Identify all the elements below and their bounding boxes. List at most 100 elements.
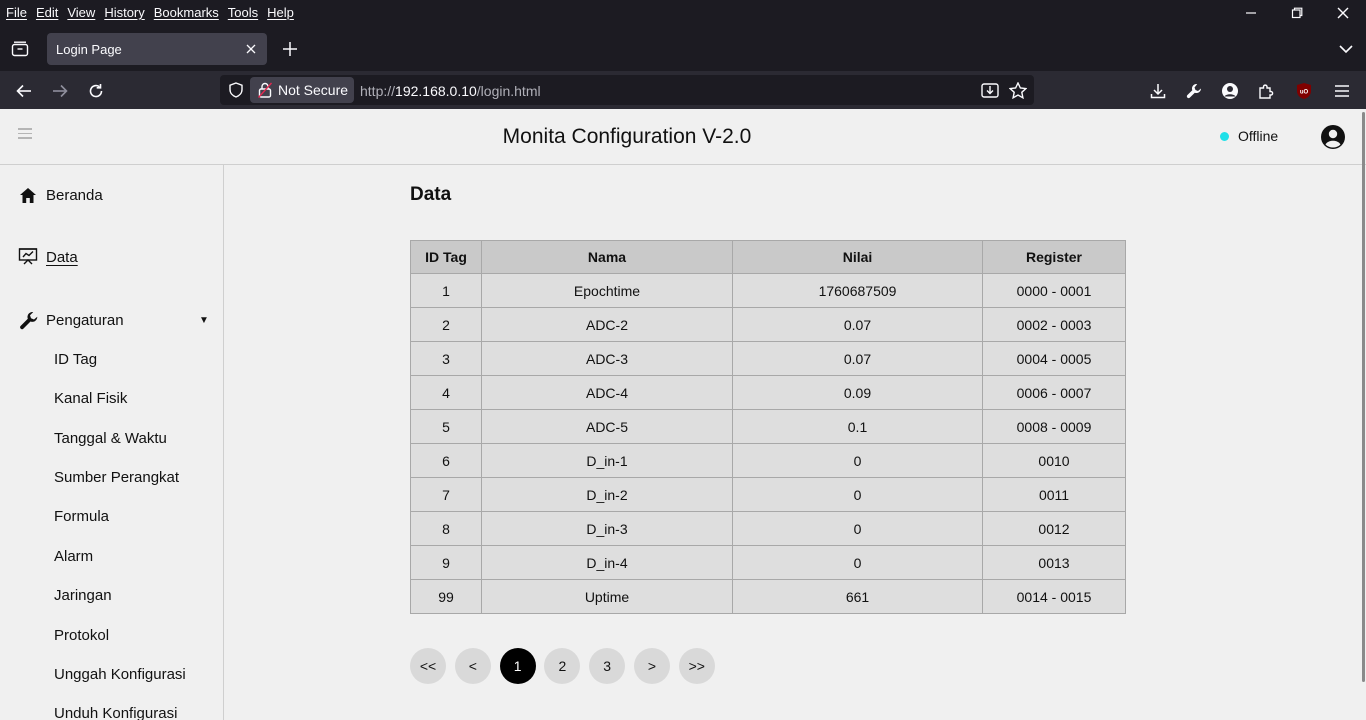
reload-icon[interactable]	[83, 78, 109, 104]
menu-edit[interactable]: Edit	[36, 5, 63, 20]
user-avatar-icon[interactable]	[1320, 124, 1346, 150]
page-button[interactable]: <	[454, 648, 491, 684]
sidebar-subitem-kanal-fisik[interactable]: Kanal Fisik	[54, 390, 127, 407]
table-row: 6 D_in-1 0 0010	[410, 443, 1126, 478]
site-security-button[interactable]: Not Secure	[250, 77, 354, 103]
table-row: 8 D_in-3 0 0012	[410, 511, 1126, 546]
table-cell: 0	[732, 545, 983, 580]
wrench-icon	[18, 310, 38, 330]
table-row: 99 Uptime 661 0014 - 0015	[410, 579, 1126, 614]
wrench-tools-icon[interactable]	[1181, 78, 1207, 104]
minimize-window-button[interactable]	[1228, 0, 1274, 25]
browser-navbar: Not Secure http://192.168.0.10/login.htm…	[0, 71, 1366, 109]
table-cell: 8	[410, 511, 482, 546]
sidebar-item-beranda[interactable]: Beranda	[18, 185, 103, 205]
reader-save-page-icon[interactable]	[980, 80, 1000, 100]
hamburger-menu-icon[interactable]	[1329, 78, 1355, 104]
table-cell: 661	[732, 579, 983, 614]
table-cell: D_in-1	[481, 443, 733, 478]
new-tab-button[interactable]	[278, 37, 302, 61]
account-circle-icon[interactable]	[1217, 78, 1243, 104]
menu-help[interactable]: Help	[267, 5, 299, 20]
downloads-icon[interactable]	[1145, 78, 1171, 104]
svg-text:uO: uO	[1300, 90, 1309, 96]
sidebar-subitem-protokol[interactable]: Protokol	[54, 627, 109, 644]
table-cell: 0.1	[732, 409, 983, 444]
sidebar-item-label: Data	[46, 248, 78, 266]
table-cell: Uptime	[481, 579, 733, 614]
close-window-button[interactable]	[1320, 0, 1366, 25]
tab-title: Login Page	[56, 42, 122, 57]
url-text[interactable]: http://192.168.0.10/login.html	[360, 83, 541, 99]
column-header: ID Tag	[410, 240, 482, 274]
page-button[interactable]: 1	[499, 648, 536, 684]
sidebar-subitem-id-tag[interactable]: ID Tag	[54, 351, 97, 368]
sidebar-item-label: Beranda	[46, 186, 103, 204]
table-cell: 4	[410, 375, 482, 410]
tracking-protection-shield-icon[interactable]	[226, 81, 246, 99]
status-dot-icon	[1220, 131, 1229, 141]
ublock-origin-icon[interactable]: uO	[1291, 78, 1317, 104]
menu-history[interactable]: History	[104, 5, 149, 20]
table-cell: Epochtime	[481, 273, 733, 308]
pagination: << <1 2 3 > >>	[410, 648, 724, 684]
table-cell: 0008 - 0009	[982, 409, 1126, 444]
sidebar-item-pengaturan[interactable]: Pengaturan	[18, 310, 124, 330]
table-row: 5 ADC-5 0.1 0008 - 0009	[410, 409, 1126, 444]
sidebar-subitem-unggah-konfigurasi[interactable]: Unggah Konfigurasi	[54, 666, 186, 683]
table-cell: 0006 - 0007	[982, 375, 1126, 410]
menu-file[interactable]: File	[6, 5, 32, 20]
menu-view[interactable]: View	[67, 5, 100, 20]
url-path: /login.html	[476, 83, 541, 99]
url-host: 192.168.0.10	[395, 83, 477, 99]
table-cell: 1	[410, 273, 482, 308]
table-cell: ADC-3	[481, 341, 733, 376]
table-cell: 0012	[982, 511, 1126, 546]
page-button[interactable]: >>	[678, 648, 715, 684]
page-button[interactable]: <<	[410, 648, 446, 684]
table-row: 2 ADC-2 0.07 0002 - 0003	[410, 307, 1126, 342]
table-row: 1 Epochtime 1760687509 0000 - 0001	[410, 273, 1126, 308]
menu-bookmarks[interactable]: Bookmarks	[154, 5, 224, 20]
sidebar-subitem-alarm[interactable]: Alarm	[54, 548, 93, 565]
list-all-tabs-chevron-down-icon[interactable]	[1334, 37, 1358, 61]
page-button[interactable]: 2	[544, 648, 581, 684]
menu-tools[interactable]: Tools	[228, 5, 263, 20]
table-cell: 0014 - 0015	[982, 579, 1126, 614]
table-row: 3 ADC-3 0.07 0004 - 0005	[410, 341, 1126, 376]
forward-arrow-icon[interactable]	[47, 78, 73, 104]
back-arrow-icon[interactable]	[11, 78, 37, 104]
page-button[interactable]: >	[633, 648, 670, 684]
sidebar-subitem-jaringan[interactable]: Jaringan	[54, 587, 112, 604]
close-icon[interactable]	[243, 41, 259, 57]
table-cell: 3	[410, 341, 482, 376]
sidebar-subitem-sumber-perangkat[interactable]: Sumber Perangkat	[54, 469, 179, 486]
table-cell: ADC-2	[481, 307, 733, 342]
home-icon	[18, 185, 38, 205]
table-cell: 0002 - 0003	[982, 307, 1126, 342]
table-row: 9 D_in-4 0 0013	[410, 545, 1126, 580]
url-prefix: http://	[360, 83, 396, 99]
caret-down-icon[interactable]: ▼	[199, 315, 209, 326]
bookmark-star-icon[interactable]	[1008, 80, 1028, 100]
sidebar-subitem-formula[interactable]: Formula	[54, 508, 109, 525]
restore-window-button[interactable]	[1274, 0, 1320, 25]
table-cell: 0011	[982, 477, 1126, 512]
page-scrollbar[interactable]	[1362, 112, 1365, 682]
table-cell: 0	[732, 443, 983, 478]
insecure-lock-icon	[258, 82, 272, 98]
browser-tabbar: Login Page	[0, 25, 1366, 71]
tab-login-page[interactable]: Login Page	[47, 33, 267, 65]
sidebar-item-data[interactable]: Data	[18, 247, 78, 267]
table-cell: 0	[732, 511, 983, 546]
table-cell: 1760687509	[732, 273, 983, 308]
address-bar[interactable]: Not Secure http://192.168.0.10/login.htm…	[220, 75, 1034, 105]
sidebar-subitem-unduh-konfigurasi[interactable]: Unduh Konfigurasi	[54, 705, 177, 720]
table-cell: D_in-2	[481, 477, 733, 512]
page-title: Monita Configuration V-2.0	[502, 125, 752, 148]
table-cell: 0013	[982, 545, 1126, 580]
page-button[interactable]: 3	[589, 648, 626, 684]
sidebar-subitem-tanggal-waktu[interactable]: Tanggal & Waktu	[54, 430, 167, 447]
extensions-puzzle-icon[interactable]	[1253, 78, 1279, 104]
firefox-view-icon[interactable]	[8, 37, 32, 61]
